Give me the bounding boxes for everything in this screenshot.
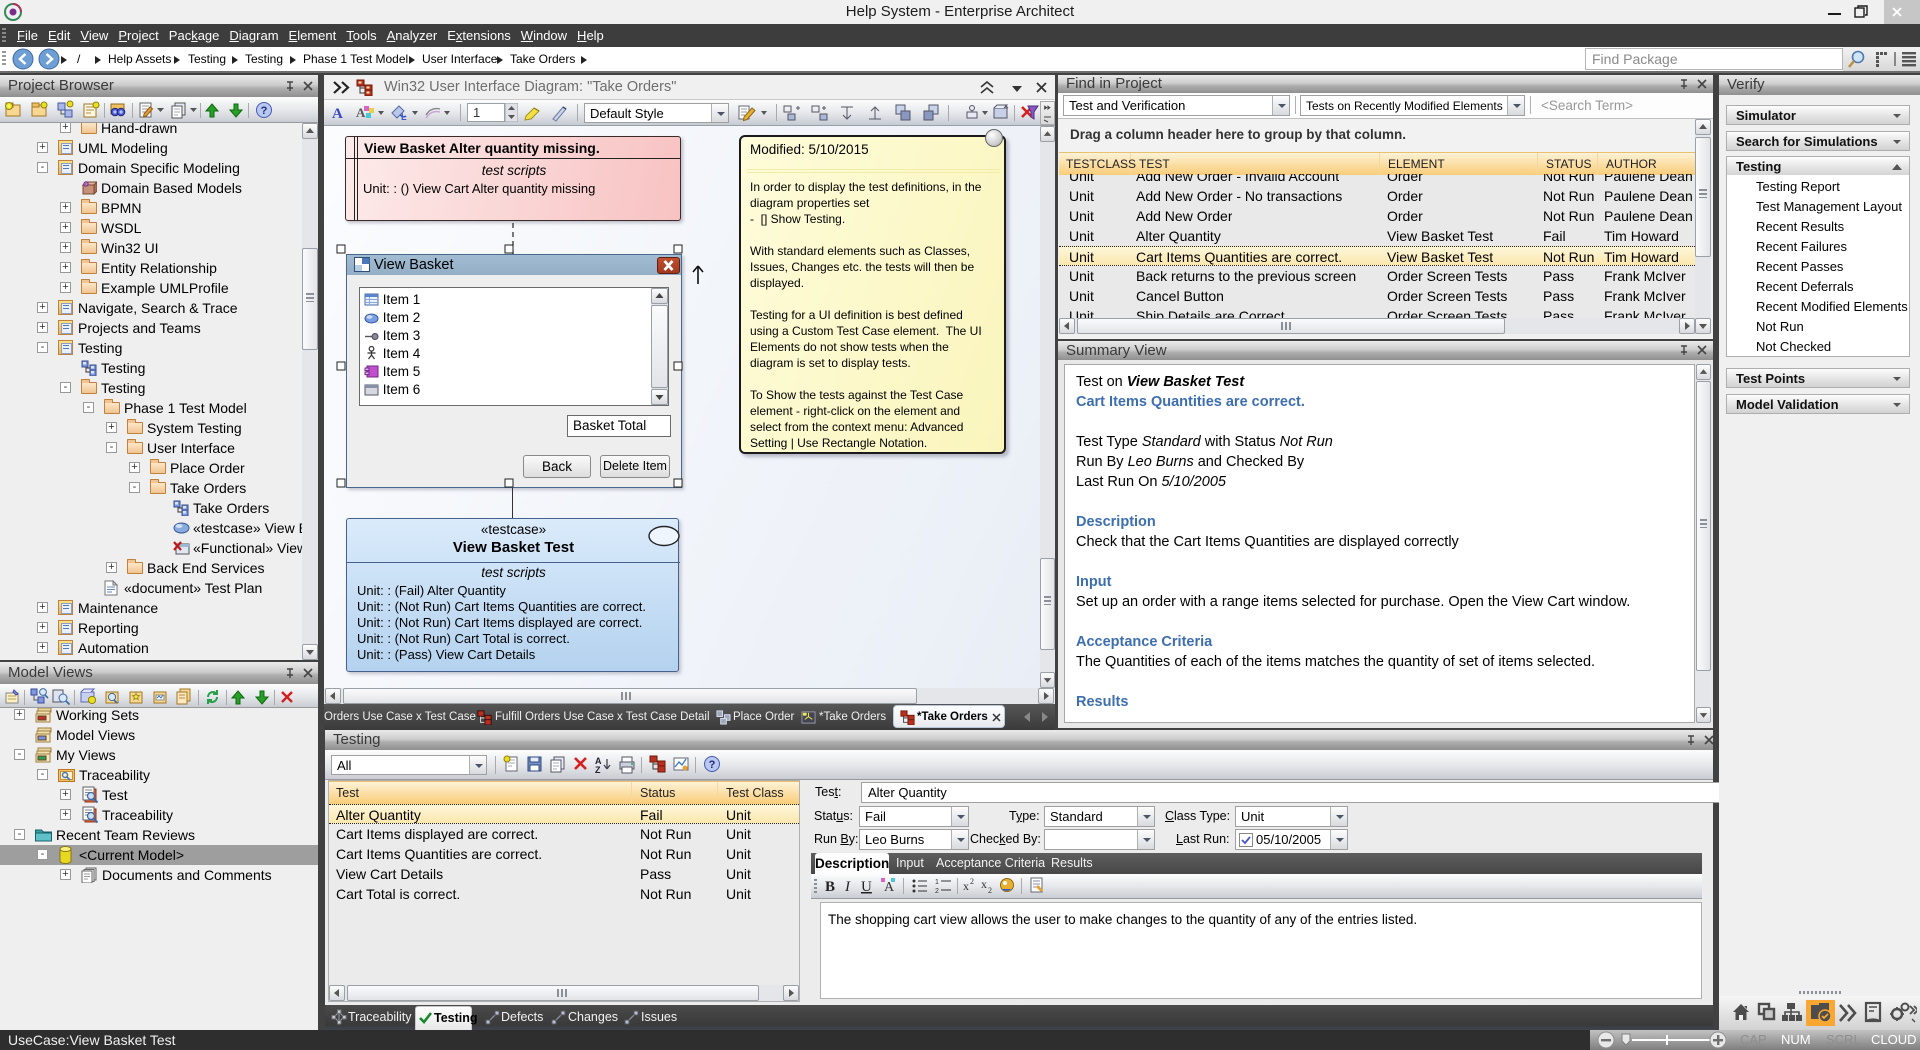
svg-text:1: 1 [935, 879, 939, 886]
svg-text:I: I [844, 879, 851, 895]
svg-text:x: x [963, 879, 969, 893]
svg-text:U: U [861, 879, 872, 895]
svg-text:2: 2 [988, 886, 992, 895]
svg-text:A: A [332, 106, 343, 122]
svg-text:A: A [884, 880, 895, 895]
svg-text:2: 2 [935, 888, 939, 895]
svg-text:?: ? [709, 759, 716, 771]
svg-text:2: 2 [970, 877, 974, 886]
svg-text:B: B [825, 879, 835, 895]
svg-text:Z: Z [595, 765, 601, 775]
svg-text:L: L [401, 112, 407, 122]
svg-text:?: ? [261, 105, 268, 117]
svg-text:x: x [981, 877, 987, 891]
